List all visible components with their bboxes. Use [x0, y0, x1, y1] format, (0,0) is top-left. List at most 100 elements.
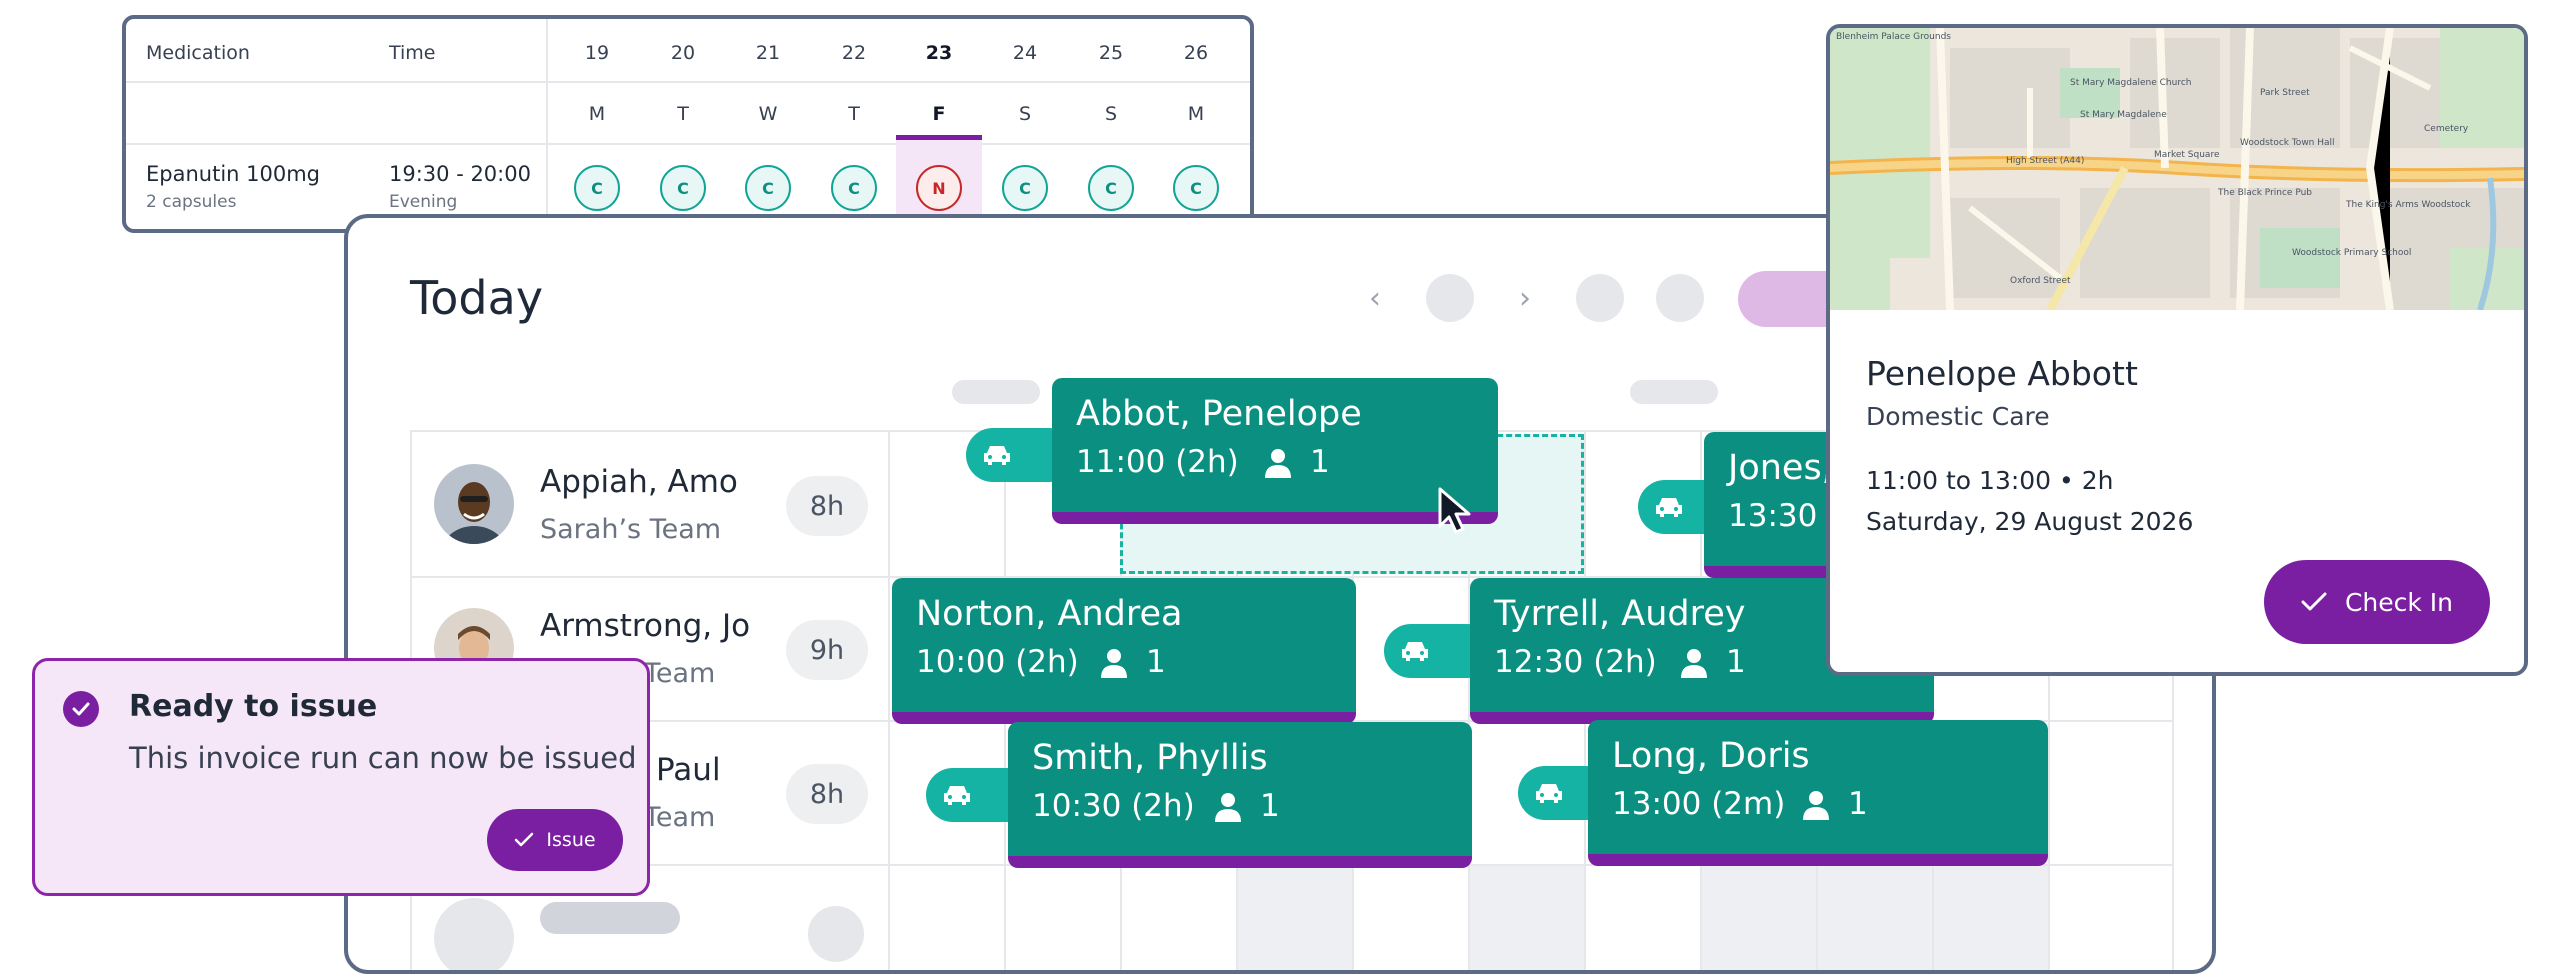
day-letter-today: F: [932, 103, 946, 125]
visit-card[interactable]: Abbot, Penelope 11:00 (2h) 1: [1052, 378, 1498, 524]
visit-staff-count: 1: [1146, 644, 1166, 680]
divider: [546, 19, 548, 229]
carer-name[interactable]: Armstrong, Jo: [540, 608, 750, 644]
hours-badge: 8h: [786, 476, 868, 536]
visit-card[interactable]: Norton, Andrea 10:00 (2h) 1: [892, 578, 1356, 724]
medication-chart-card: Medication Time 19 20 21 22 23 24 25 26 …: [122, 15, 1254, 233]
toolbar-button[interactable]: [1426, 274, 1474, 322]
day-letter: W: [758, 103, 778, 125]
visit-client: Tyrrell, Audrey: [1494, 594, 1746, 634]
status-completed[interactable]: C: [745, 165, 791, 211]
issue-button[interactable]: Issue: [487, 809, 623, 871]
map-label: High Street (A44): [2006, 156, 2085, 166]
chevron-right-icon[interactable]: ›: [1510, 274, 1540, 322]
visit-staff-count: 1: [1726, 644, 1746, 680]
toolbar-button[interactable]: [1656, 274, 1704, 322]
carer-team: Sarah’s Team: [540, 514, 722, 545]
hours-badge: 8h: [786, 764, 868, 824]
map-label: St Mary Magdalene: [2080, 110, 2167, 120]
divider: [126, 81, 1250, 83]
status-completed[interactable]: C: [574, 165, 620, 211]
map-label: Blenheim Palace Grounds: [1836, 32, 1951, 42]
carer-name[interactable]: Appiah, Amo: [540, 464, 738, 500]
placeholder-bar: [1630, 380, 1718, 404]
day-number: 19: [584, 42, 610, 64]
toast-title: Ready to issue: [129, 689, 378, 724]
visit-staff-count: 1: [1848, 786, 1868, 822]
visit-time: 13:00 (2m): [1612, 786, 1786, 822]
day-letter: M: [588, 103, 606, 125]
visit-card[interactable]: Smith, Phyllis 10:30 (2h) 1: [1008, 722, 1472, 868]
placeholder-avatar: [434, 898, 514, 970]
status-completed[interactable]: C: [1088, 165, 1134, 211]
carer-team: Team: [644, 658, 716, 689]
map-label: Woodstock Town Hall: [2240, 138, 2335, 148]
notification-toast: Ready to issue This invoice run can now …: [32, 658, 650, 896]
visit-card[interactable]: Long, Doris 13:00 (2m) 1: [1588, 720, 2048, 866]
status-completed[interactable]: C: [1002, 165, 1048, 211]
map-label: The King's Arms Woodstock: [2346, 200, 2471, 210]
map-label: Market Square: [2154, 150, 2220, 160]
issue-button-label: Issue: [546, 829, 596, 851]
car-icon: [1402, 642, 1428, 661]
divider: [126, 143, 1250, 145]
car-icon: [944, 786, 970, 805]
visit-client: Norton, Andrea: [916, 594, 1183, 634]
unavailable-slot: [1700, 866, 2048, 970]
carer-name[interactable]: Paul: [656, 752, 721, 788]
hours-badge: 9h: [786, 620, 868, 680]
visit-client: Abbot, Penelope: [1076, 394, 1362, 434]
unavailable-slot: [1468, 866, 1584, 970]
car-icon: [1656, 498, 1682, 517]
visit-time: 12:30 (2h): [1494, 644, 1657, 680]
status-not-taken[interactable]: N: [916, 165, 962, 211]
medication-column-header: Medication: [146, 42, 250, 64]
person-icon: [1101, 649, 1127, 678]
check-in-button[interactable]: Check In: [2264, 560, 2490, 644]
visit-time: 10:00 (2h): [916, 644, 1079, 680]
day-number: 22: [841, 42, 867, 64]
day-number: 25: [1098, 42, 1124, 64]
care-type: Domestic Care: [1866, 402, 2050, 431]
carer-team: Team: [644, 802, 716, 833]
map[interactable]: Blenheim Palace Grounds St Mary Magdalen…: [1830, 28, 2524, 312]
visit-client: Smith, Phyllis: [1032, 738, 1268, 778]
medication-name: Epanutin 100mg: [146, 162, 321, 186]
unavailable-slot: [1236, 866, 1352, 970]
avatar: [434, 464, 514, 544]
client-name: Penelope Abbott: [1866, 354, 2138, 393]
day-letter: S: [1104, 103, 1118, 125]
page-title: Today: [410, 271, 544, 325]
map-label: Oxford Street: [2010, 276, 2071, 286]
map-label: St Mary Magdalene Church: [2070, 78, 2192, 88]
medication-period: Evening: [389, 192, 458, 212]
visit-time: 13:30: [1728, 498, 1818, 534]
visit-time-range: 11:00 to 13:00 • 2h: [1866, 466, 2114, 495]
mouse-pointer-icon: [1438, 487, 1471, 534]
status-completed[interactable]: C: [1173, 165, 1219, 211]
visit-client: Long, Doris: [1612, 736, 1810, 776]
status-completed[interactable]: C: [831, 165, 877, 211]
placeholder-badge: [808, 906, 864, 962]
day-number: 26: [1183, 42, 1209, 64]
car-icon: [984, 446, 1010, 465]
person-icon: [1681, 649, 1707, 678]
day-letter: T: [848, 103, 860, 125]
checkmark-icon: [2301, 592, 2327, 611]
visit-staff-count: 1: [1310, 444, 1330, 480]
check-circle-icon: [63, 691, 99, 727]
day-letter: T: [677, 103, 689, 125]
day-number: 20: [670, 42, 696, 64]
toolbar-button[interactable]: [1576, 274, 1624, 322]
chevron-left-icon[interactable]: ‹: [1360, 274, 1390, 322]
visit-client: Jones,: [1728, 448, 1833, 488]
day-number-today: 23: [925, 42, 953, 64]
placeholder-bar: [540, 902, 680, 934]
status-completed[interactable]: C: [660, 165, 706, 211]
visit-time: 11:00 (2h): [1076, 444, 1239, 480]
person-icon: [1265, 449, 1291, 478]
map-label: The Black Prince Pub: [2218, 188, 2313, 198]
visit-staff-count: 1: [1260, 788, 1280, 824]
person-icon: [1215, 793, 1241, 822]
visit-date: Saturday, 29 August 2026: [1866, 507, 2194, 536]
